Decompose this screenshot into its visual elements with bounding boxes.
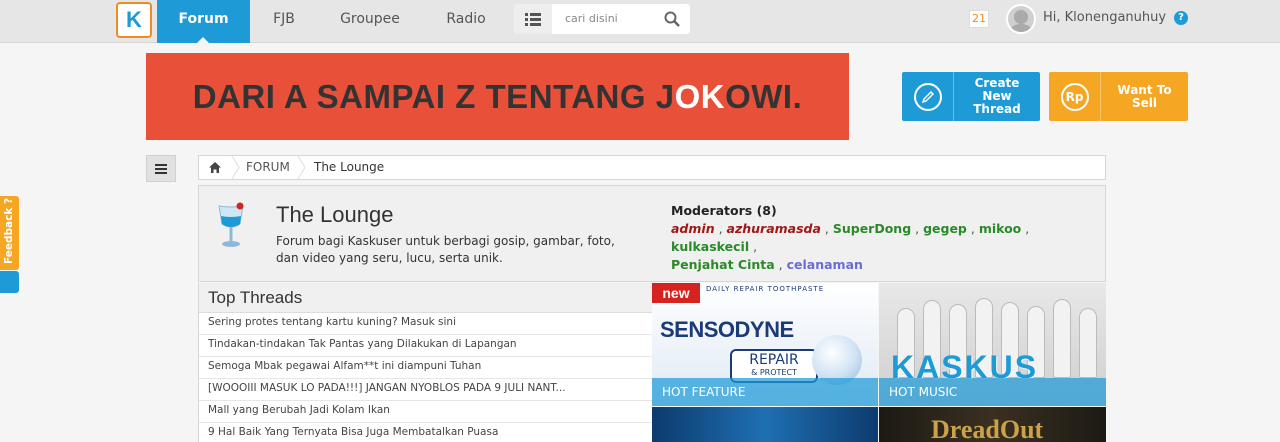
want-to-sell-label: Want To Sell bbox=[1117, 82, 1172, 110]
thread-link[interactable]: [WOOOIII MASUK LO PADA!!!] JANGAN NYOBLO… bbox=[199, 379, 652, 401]
forum-header: The Lounge Forum bagi Kaskuser untuk ber… bbox=[198, 185, 1106, 282]
feedback-label: Feedback ? bbox=[3, 197, 15, 264]
hot-feature-caption: HOT FEATURE bbox=[652, 378, 878, 406]
dreadout-logo: DreadOut bbox=[931, 415, 1044, 442]
moderator-link[interactable]: kulkaskecil bbox=[671, 239, 749, 254]
feature-tile-dreadout[interactable]: DreadOut bbox=[879, 407, 1106, 442]
notification-badge[interactable]: 21 bbox=[969, 10, 989, 28]
want-to-sell-button[interactable]: Rp Want To Sell bbox=[1049, 72, 1188, 121]
forum-title: The Lounge bbox=[276, 202, 394, 227]
hamburger-icon bbox=[155, 163, 167, 174]
avatar[interactable] bbox=[1006, 4, 1036, 34]
top-threads-panel: Top Threads Sering protes tentang kartu … bbox=[198, 283, 652, 442]
nav-tab-groupee[interactable]: Groupee bbox=[336, 0, 404, 43]
moderator-link[interactable]: Penjahat Cinta bbox=[671, 257, 775, 272]
forum-description: Forum bagi Kaskuser untuk berbagi gosip,… bbox=[276, 234, 615, 265]
moderators-list: Moderators (8) admin , azhuramasda , Sup… bbox=[671, 202, 1091, 274]
moderator-link[interactable]: azhuramasda bbox=[727, 221, 821, 236]
feedback-icon[interactable] bbox=[0, 271, 19, 293]
pencil-icon bbox=[902, 72, 954, 121]
moderator-link[interactable]: admin bbox=[671, 221, 715, 236]
user-greeting[interactable]: Hi, Klonenganuhuy bbox=[1043, 10, 1166, 25]
banner-text: DARI A SAMPAI Z TENTANG JOKOWI. bbox=[192, 77, 803, 115]
thread-link[interactable]: Tindakan-tindakan Tak Pantas yang Dilaku… bbox=[199, 335, 652, 357]
nav-tab-radio[interactable]: Radio bbox=[440, 0, 492, 43]
create-thread-label: Create New Thread bbox=[973, 76, 1021, 116]
logo-letter: K bbox=[126, 7, 142, 32]
new-badge: new bbox=[652, 283, 700, 303]
hot-feature-tile[interactable]: new DAILY REPAIR TOOTHPASTE SENSODYNE RE… bbox=[652, 283, 878, 406]
feature-tile-transformer[interactable] bbox=[652, 407, 878, 442]
nav-tab-forum[interactable]: Forum bbox=[157, 0, 250, 43]
sensodyne-logo: SENSODYNE bbox=[660, 317, 794, 342]
moderator-link[interactable]: mikoo bbox=[979, 221, 1021, 236]
kaskus-logo[interactable]: K bbox=[116, 2, 152, 38]
breadcrumb: FORUM The Lounge bbox=[198, 155, 1106, 180]
cocktail-glass-icon bbox=[218, 202, 244, 247]
search-icon[interactable] bbox=[664, 11, 680, 31]
promo-banner[interactable]: DARI A SAMPAI Z TENTANG JOKOWI. bbox=[146, 53, 849, 140]
moderator-link[interactable]: celanaman bbox=[787, 257, 863, 272]
breadcrumb-current: The Lounge bbox=[314, 160, 385, 174]
sensodyne-tagline: DAILY REPAIR TOOTHPASTE bbox=[706, 285, 825, 293]
rupiah-icon: Rp bbox=[1049, 72, 1101, 121]
breadcrumb-separator-icon bbox=[231, 156, 240, 179]
breadcrumb-separator-icon bbox=[297, 156, 306, 179]
create-thread-button[interactable]: Create New Thread bbox=[902, 72, 1040, 121]
top-navbar: K Forum FJB Groupee Radio cari disini 21… bbox=[0, 0, 1280, 43]
thread-link[interactable]: Mall yang Berubah Jadi Kolam Ikan bbox=[199, 401, 652, 423]
menu-toggle-button[interactable] bbox=[146, 155, 176, 182]
list-icon[interactable] bbox=[514, 4, 552, 34]
thread-link[interactable]: Sering protes tentang kartu kuning? Masu… bbox=[199, 313, 652, 335]
feedback-tab[interactable]: Feedback ? bbox=[0, 196, 19, 270]
nav-tab-fjb[interactable]: FJB bbox=[264, 0, 304, 43]
thread-link[interactable]: Semoga Mbak pegawai Alfam**t ini diampun… bbox=[199, 357, 652, 379]
top-threads-title: Top Threads bbox=[199, 283, 652, 313]
search-box[interactable]: cari disini bbox=[514, 4, 690, 34]
breadcrumb-forum[interactable]: FORUM bbox=[246, 160, 290, 174]
search-input[interactable]: cari disini bbox=[565, 12, 618, 25]
hot-music-caption: HOT MUSIC bbox=[879, 378, 1106, 406]
home-icon[interactable] bbox=[209, 162, 221, 176]
moderators-title: Moderators (8) bbox=[671, 203, 777, 218]
moderator-link[interactable]: SuperDong bbox=[833, 221, 911, 236]
thread-link[interactable]: 9 Hal Baik Yang Ternyata Bisa Juga Memba… bbox=[199, 423, 652, 442]
help-icon[interactable]: ? bbox=[1174, 11, 1188, 25]
hot-music-tile[interactable]: KASKUS HOT MUSIC bbox=[879, 283, 1106, 406]
moderator-link[interactable]: gegep bbox=[923, 221, 967, 236]
